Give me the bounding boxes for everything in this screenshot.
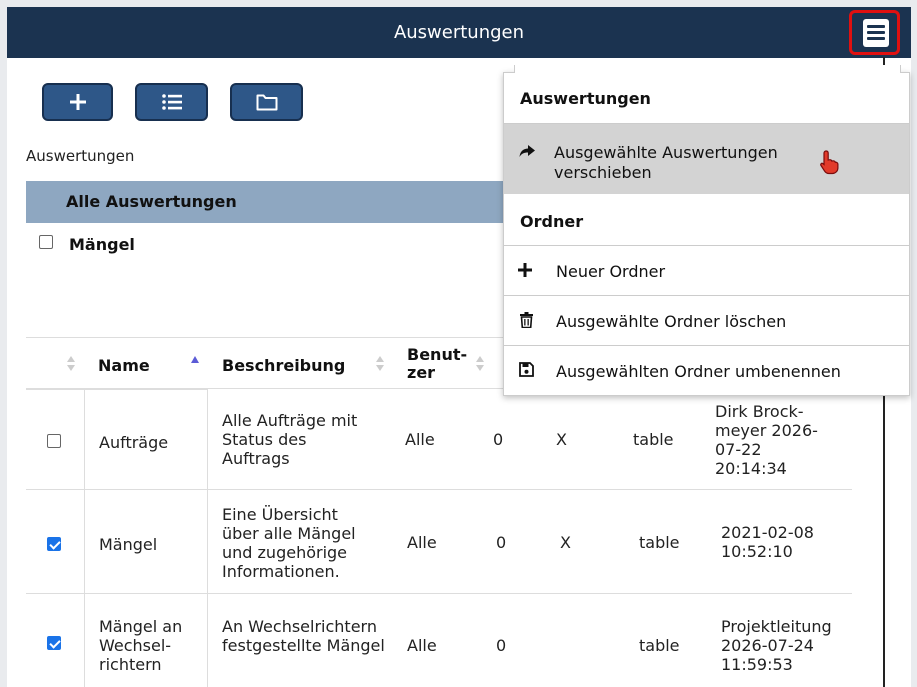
cell-scope: Alle [407,533,437,552]
column-header-description[interactable]: Beschreibung [222,356,345,375]
cell-count: 0 [496,533,507,552]
breadcrumb: Auswertungen [26,147,135,165]
all-reports-folder[interactable]: Alle Auswertungen [26,181,506,223]
move-reports-label: Ausgewählte Auswertungen verschieben [554,143,778,182]
move-reports-item[interactable]: Ausgewählte Auswertungen verschieben [504,124,909,194]
cell-scope: Alle [407,636,437,655]
rename-folder-item[interactable]: Ausgewählten Ordner umbenennen [504,346,909,394]
row-checkbox[interactable] [47,434,61,448]
new-folder-item[interactable]: Neuer Ordner [504,246,909,295]
folder-checkbox[interactable] [39,235,53,249]
menu-section-folders: Ordner [520,212,584,231]
table-row[interactable]: Mängel an Wechsel-richtern An Wechselric… [26,594,852,687]
cell-type: table [639,533,680,552]
folder-icon [256,94,277,111]
cell-modified: 2021-02-08 10:52:10 [721,523,814,561]
list-button[interactable] [135,83,208,121]
row-checkbox[interactable] [47,636,61,650]
folder-button[interactable] [230,83,303,121]
table-row[interactable]: Aufträge Alle Aufträge mit Status des Au… [26,390,852,489]
delete-folders-item[interactable]: Ausgewählte Ordner löschen [504,296,909,345]
plus-icon [69,94,86,110]
cell-description: An Wechselrichtern festgestellte Mängel [222,617,385,655]
hamburger-icon [863,19,889,47]
share-arrow-icon [519,145,535,157]
cell-name: Mängel an Wechsel-richtern [99,617,183,674]
cell-flag: X [560,533,571,552]
add-button[interactable] [42,83,113,121]
sort-icon[interactable] [476,356,484,372]
sort-asc-icon[interactable] [191,356,199,372]
plus-icon [518,263,532,277]
menu-button[interactable] [849,10,900,55]
cell-count: 0 [496,636,507,655]
column-header-user[interactable]: Benut- zer [407,346,467,382]
cell-description: Alle Aufträge mit Status des Auftrags [222,411,358,468]
table-row[interactable]: Mängel Eine Übersicht über alle Mängel u… [26,490,852,593]
cell-type: table [633,430,674,449]
cell-modified: Dirk Brock-meyer 2026-07-22 20:14:34 [715,402,818,478]
all-reports-label: Alle Auswertungen [66,192,237,211]
cell-name: Mängel [99,535,158,554]
row-checkbox[interactable] [47,537,61,551]
list-icon [161,94,182,110]
cell-count: 0 [493,430,504,449]
folder-item-label: Mängel [69,235,135,254]
cell-scope: Alle [405,430,435,449]
column-header-name[interactable]: Name [98,356,150,375]
cell-flag: X [556,430,567,449]
title-bar: Auswertungen [7,7,911,58]
cell-type: table [639,636,680,655]
folder-item[interactable]: Mängel [39,234,135,254]
app-window: Auswertungen Auswertungen Alle Auswertun… [7,7,911,687]
cell-description: Eine Übersicht über alle Mängel und zuge… [222,505,356,581]
rename-folder-label: Ausgewählten Ordner umbenennen [556,362,841,381]
delete-folders-label: Ausgewählte Ordner löschen [556,312,787,331]
cell-modified: Projektleitung 2026-07-24 11:59:53 [721,617,832,674]
sort-icon[interactable] [376,356,384,372]
hand-cursor-icon [820,150,839,175]
trash-icon [520,312,533,328]
save-icon [519,362,534,377]
sort-icon[interactable] [67,356,75,372]
page-title: Auswertungen [393,22,525,43]
new-folder-label: Neuer Ordner [556,262,666,281]
cell-name: Aufträge [99,433,169,452]
dropdown-menu: Auswertungen Ausgewählte Auswertungen ve… [503,65,910,396]
menu-section-reports: Auswertungen [520,89,651,108]
